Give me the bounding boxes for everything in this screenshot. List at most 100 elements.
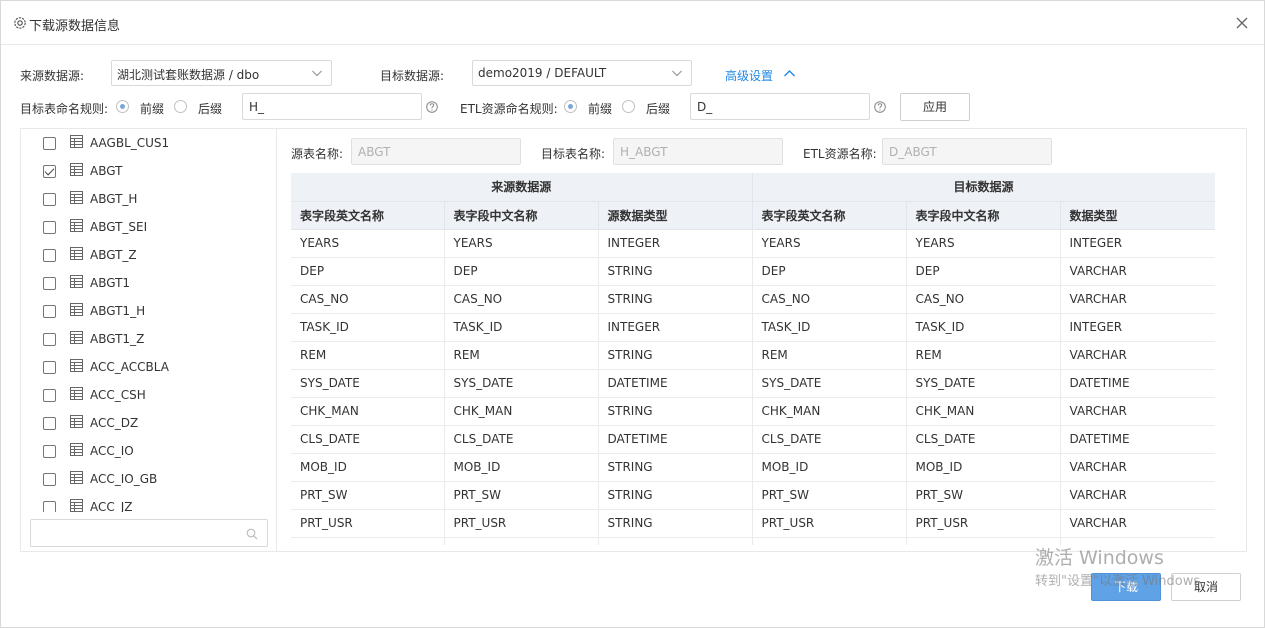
- table-icon: [70, 219, 83, 232]
- table-row[interactable]: PRT_SW PRT_SW STRING PRT_SW PRT_SW VARCHAR: [291, 481, 1215, 510]
- close-icon[interactable]: [1234, 15, 1250, 31]
- apply-button[interactable]: 应用: [900, 93, 970, 121]
- etl-prefix-radio[interactable]: [564, 100, 577, 113]
- table-row[interactable]: YEARS YEARS INTEGER YEARS YEARS INTEGER: [291, 229, 1215, 258]
- table-cell: INTEGER: [1060, 313, 1215, 342]
- target-group-header: 目标数据源: [752, 173, 1215, 202]
- table-cell: VARCHAR: [1060, 257, 1215, 286]
- tree-item[interactable]: ABGT1: [21, 269, 276, 297]
- tree-item[interactable]: ABGT: [21, 157, 276, 185]
- advanced-settings-link[interactable]: 高级设置: [725, 67, 773, 84]
- source-datasource-label: 来源数据源:: [20, 69, 85, 83]
- table-cell: DEP: [444, 257, 599, 286]
- table-checkbox[interactable]: [43, 137, 56, 150]
- tree-item[interactable]: ACC_ACCBLA: [21, 353, 276, 381]
- table-row[interactable]: CAS_NO CAS_NO STRING CAS_NO CAS_NO VARCHAR: [291, 285, 1215, 314]
- table-row[interactable]: REM REM STRING REM REM VARCHAR: [291, 341, 1215, 370]
- tree-item[interactable]: ACC_CSH: [21, 381, 276, 409]
- tree-item[interactable]: ACC_IO: [21, 437, 276, 465]
- source-table-name-label: 源表名称:: [291, 147, 344, 161]
- activate-windows-watermark: 激活 Windows: [1035, 547, 1164, 569]
- table-row[interactable]: DEP DEP STRING DEP DEP VARCHAR: [291, 257, 1215, 286]
- table-cell: PRT_SW: [291, 481, 445, 510]
- tree-item[interactable]: AAGBL_CUS1: [21, 129, 276, 157]
- tree-item-label: ABGT_SEI: [90, 220, 148, 234]
- table-cell: DATETIME: [1060, 369, 1215, 398]
- tree-item[interactable]: ACC_JZ: [21, 493, 276, 512]
- table-cell: CAS_NO: [906, 285, 1061, 314]
- table-checkbox[interactable]: [43, 417, 56, 430]
- table-row[interactable]: SYS_DATE SYS_DATE DATETIME SYS_DATE SYS_DATE…: [291, 369, 1215, 398]
- tree-item-label: ABGT_H: [90, 192, 138, 206]
- table-cell: TASK_ID: [906, 313, 1061, 342]
- target-datasource-value: demo2019 / DEFAULT: [478, 66, 607, 80]
- table-suffix-radio[interactable]: [174, 100, 187, 113]
- table-cell: DATETIME: [1060, 425, 1215, 454]
- tree-item[interactable]: ACC_IO_GB: [21, 465, 276, 493]
- tree-item[interactable]: ABGT_Z: [21, 241, 276, 269]
- table-checkbox[interactable]: [43, 445, 56, 458]
- tree-item[interactable]: ACC_DZ: [21, 409, 276, 437]
- etl-naming-value: D_: [697, 100, 713, 114]
- tree-item[interactable]: ABGT_SEI: [21, 213, 276, 241]
- table-checkbox[interactable]: [43, 249, 56, 262]
- tree-item[interactable]: ABGT1_Z: [21, 325, 276, 353]
- table-prefix-radio[interactable]: [116, 100, 129, 113]
- table-checkbox[interactable]: [43, 193, 56, 206]
- table-cell: REM: [444, 341, 599, 370]
- table-prefix-label: 前缀: [140, 102, 165, 116]
- tree-item-label: ACC_JZ: [90, 500, 133, 512]
- table-row[interactable]: MOB_ID MOB_ID STRING MOB_ID MOB_ID VARCHAR: [291, 453, 1215, 482]
- table-row[interactable]: CLS_DATE CLS_DATE DATETIME CLS_DATE CLS_DATE…: [291, 425, 1215, 454]
- column-header: 数据类型: [1060, 201, 1215, 230]
- field-mapping-grid[interactable]: 来源数据源 目标数据源 表字段英文名称 表字段中文名称 源数据类型 表字段英文名称 表字…: [291, 173, 1215, 545]
- table-cell: TASK_ID: [752, 313, 907, 342]
- tree-item[interactable]: ABGT_H: [21, 185, 276, 213]
- target-datasource-select[interactable]: demo2019 / DEFAULT: [472, 60, 692, 86]
- table-checkbox[interactable]: [43, 361, 56, 374]
- table-checkbox[interactable]: [43, 305, 56, 318]
- table-cell: YEARS: [752, 229, 907, 258]
- table-row[interactable]: PRT_USR PRT_USR STRING PRT_USR PRT_USR VARCHA…: [291, 509, 1215, 538]
- etl-suffix-radio[interactable]: [622, 100, 635, 113]
- table-checkbox[interactable]: [43, 389, 56, 402]
- table-icon: [70, 191, 83, 204]
- etl-naming-input[interactable]: D_: [690, 93, 870, 120]
- help-icon[interactable]: [426, 101, 438, 113]
- tree-search-input[interactable]: [30, 519, 268, 547]
- tree-item[interactable]: ABGT1_H: [21, 297, 276, 325]
- column-header-row: 表字段英文名称 表字段中文名称 源数据类型 表字段英文名称 表字段中文名称 数据类型: [291, 201, 1215, 230]
- table-icon: [70, 275, 83, 288]
- table-cell: DEP: [752, 257, 907, 286]
- source-datasource-select[interactable]: 湖北测试套账数据源 / dbo: [111, 60, 332, 86]
- settings-icon: [14, 17, 26, 29]
- source-table-name-value: ABGT: [358, 145, 391, 159]
- table-cell: INTEGER: [1060, 229, 1215, 258]
- table-checkbox[interactable]: [43, 333, 56, 346]
- table-cell: CAS_NO: [291, 285, 445, 314]
- table-naming-input[interactable]: H_: [242, 93, 422, 120]
- table-checkbox[interactable]: [43, 165, 56, 178]
- table-checkbox[interactable]: [43, 221, 56, 234]
- table-cell: VARCHAR: [1060, 341, 1215, 370]
- table-cell: CHK_MAN: [906, 397, 1061, 426]
- help-icon[interactable]: [874, 101, 886, 113]
- target-table-name-label: 目标表名称:: [541, 147, 606, 161]
- table-cell: VARCHAR: [1060, 481, 1215, 510]
- table-cell: [291, 537, 445, 545]
- table-cell: REM: [291, 341, 445, 370]
- tree-item-label: ACC_DZ: [90, 416, 139, 430]
- table-checkbox[interactable]: [43, 473, 56, 486]
- etl-resource-name-value: D_ABGT: [889, 145, 937, 159]
- table-cell: YEARS: [291, 229, 445, 258]
- table-row[interactable]: CHK_MAN CHK_MAN STRING CHK_MAN CHK_MAN VARCHA…: [291, 397, 1215, 426]
- table-checkbox[interactable]: [43, 501, 56, 512]
- table-row[interactable]: TASK_ID TASK_ID INTEGER TASK_ID TASK_ID INTEG…: [291, 313, 1215, 342]
- source-table-name-field: ABGT: [351, 138, 521, 165]
- source-group-header: 来源数据源: [291, 173, 753, 202]
- table-cell: YEARS: [444, 229, 599, 258]
- table-checkbox[interactable]: [43, 277, 56, 290]
- chevron-up-icon[interactable]: [783, 67, 796, 80]
- table-cell: CAS_NO: [444, 285, 599, 314]
- table-tree-list[interactable]: AAGBL_CUS1 ABGT ABGT_H ABGT_SEI ABGT_Z ABGT1 A…: [21, 129, 276, 512]
